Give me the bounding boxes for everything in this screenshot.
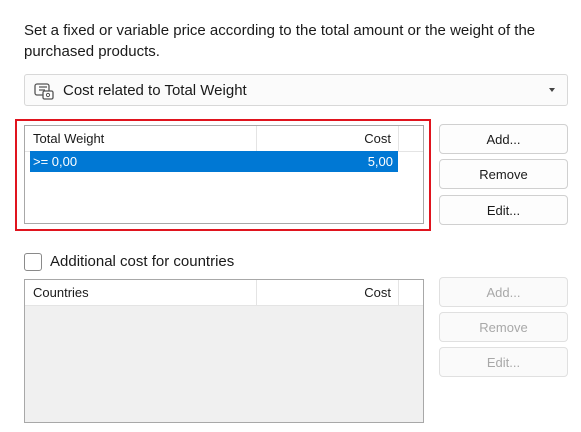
cost-mode-value: Cost related to Total Weight [63, 81, 247, 99]
chevron-down-icon [549, 88, 555, 92]
remove-weight-button[interactable]: Remove [439, 159, 568, 189]
add-country-button: Add... [439, 277, 568, 307]
weight-cost-table[interactable]: Total Weight Cost >= 0,00 5,00 [24, 125, 424, 224]
countries-cost-table: Countries Cost [24, 279, 424, 423]
table-row[interactable]: >= 0,00 5,00 [30, 151, 398, 172]
add-weight-button[interactable]: Add... [439, 124, 568, 154]
price-tag-weight-icon [34, 83, 54, 100]
remove-country-button: Remove [439, 312, 568, 342]
column-header-countries: Countries [33, 285, 89, 300]
column-divider[interactable] [256, 126, 257, 151]
cost-mode-dropdown[interactable]: Cost related to Total Weight [24, 74, 568, 106]
description-text: Set a fixed or variable price according … [24, 22, 536, 60]
additional-cost-countries-checkbox[interactable] [24, 253, 42, 271]
column-divider [256, 280, 257, 305]
column-header-total-weight[interactable]: Total Weight [33, 131, 104, 146]
edit-weight-button[interactable]: Edit... [439, 195, 568, 225]
additional-cost-countries-label[interactable]: Additional cost for countries [50, 253, 234, 270]
column-header-cost[interactable]: Cost [364, 131, 391, 146]
row-weight-cell: >= 0,00 [33, 154, 78, 169]
column-divider [398, 280, 399, 305]
table-header: Total Weight Cost [25, 126, 423, 152]
table-header: Countries Cost [25, 280, 423, 306]
row-cost-cell: 5,00 [367, 154, 393, 169]
column-divider[interactable] [398, 126, 399, 151]
column-header-cost: Cost [364, 285, 391, 300]
edit-country-button: Edit... [439, 347, 568, 377]
